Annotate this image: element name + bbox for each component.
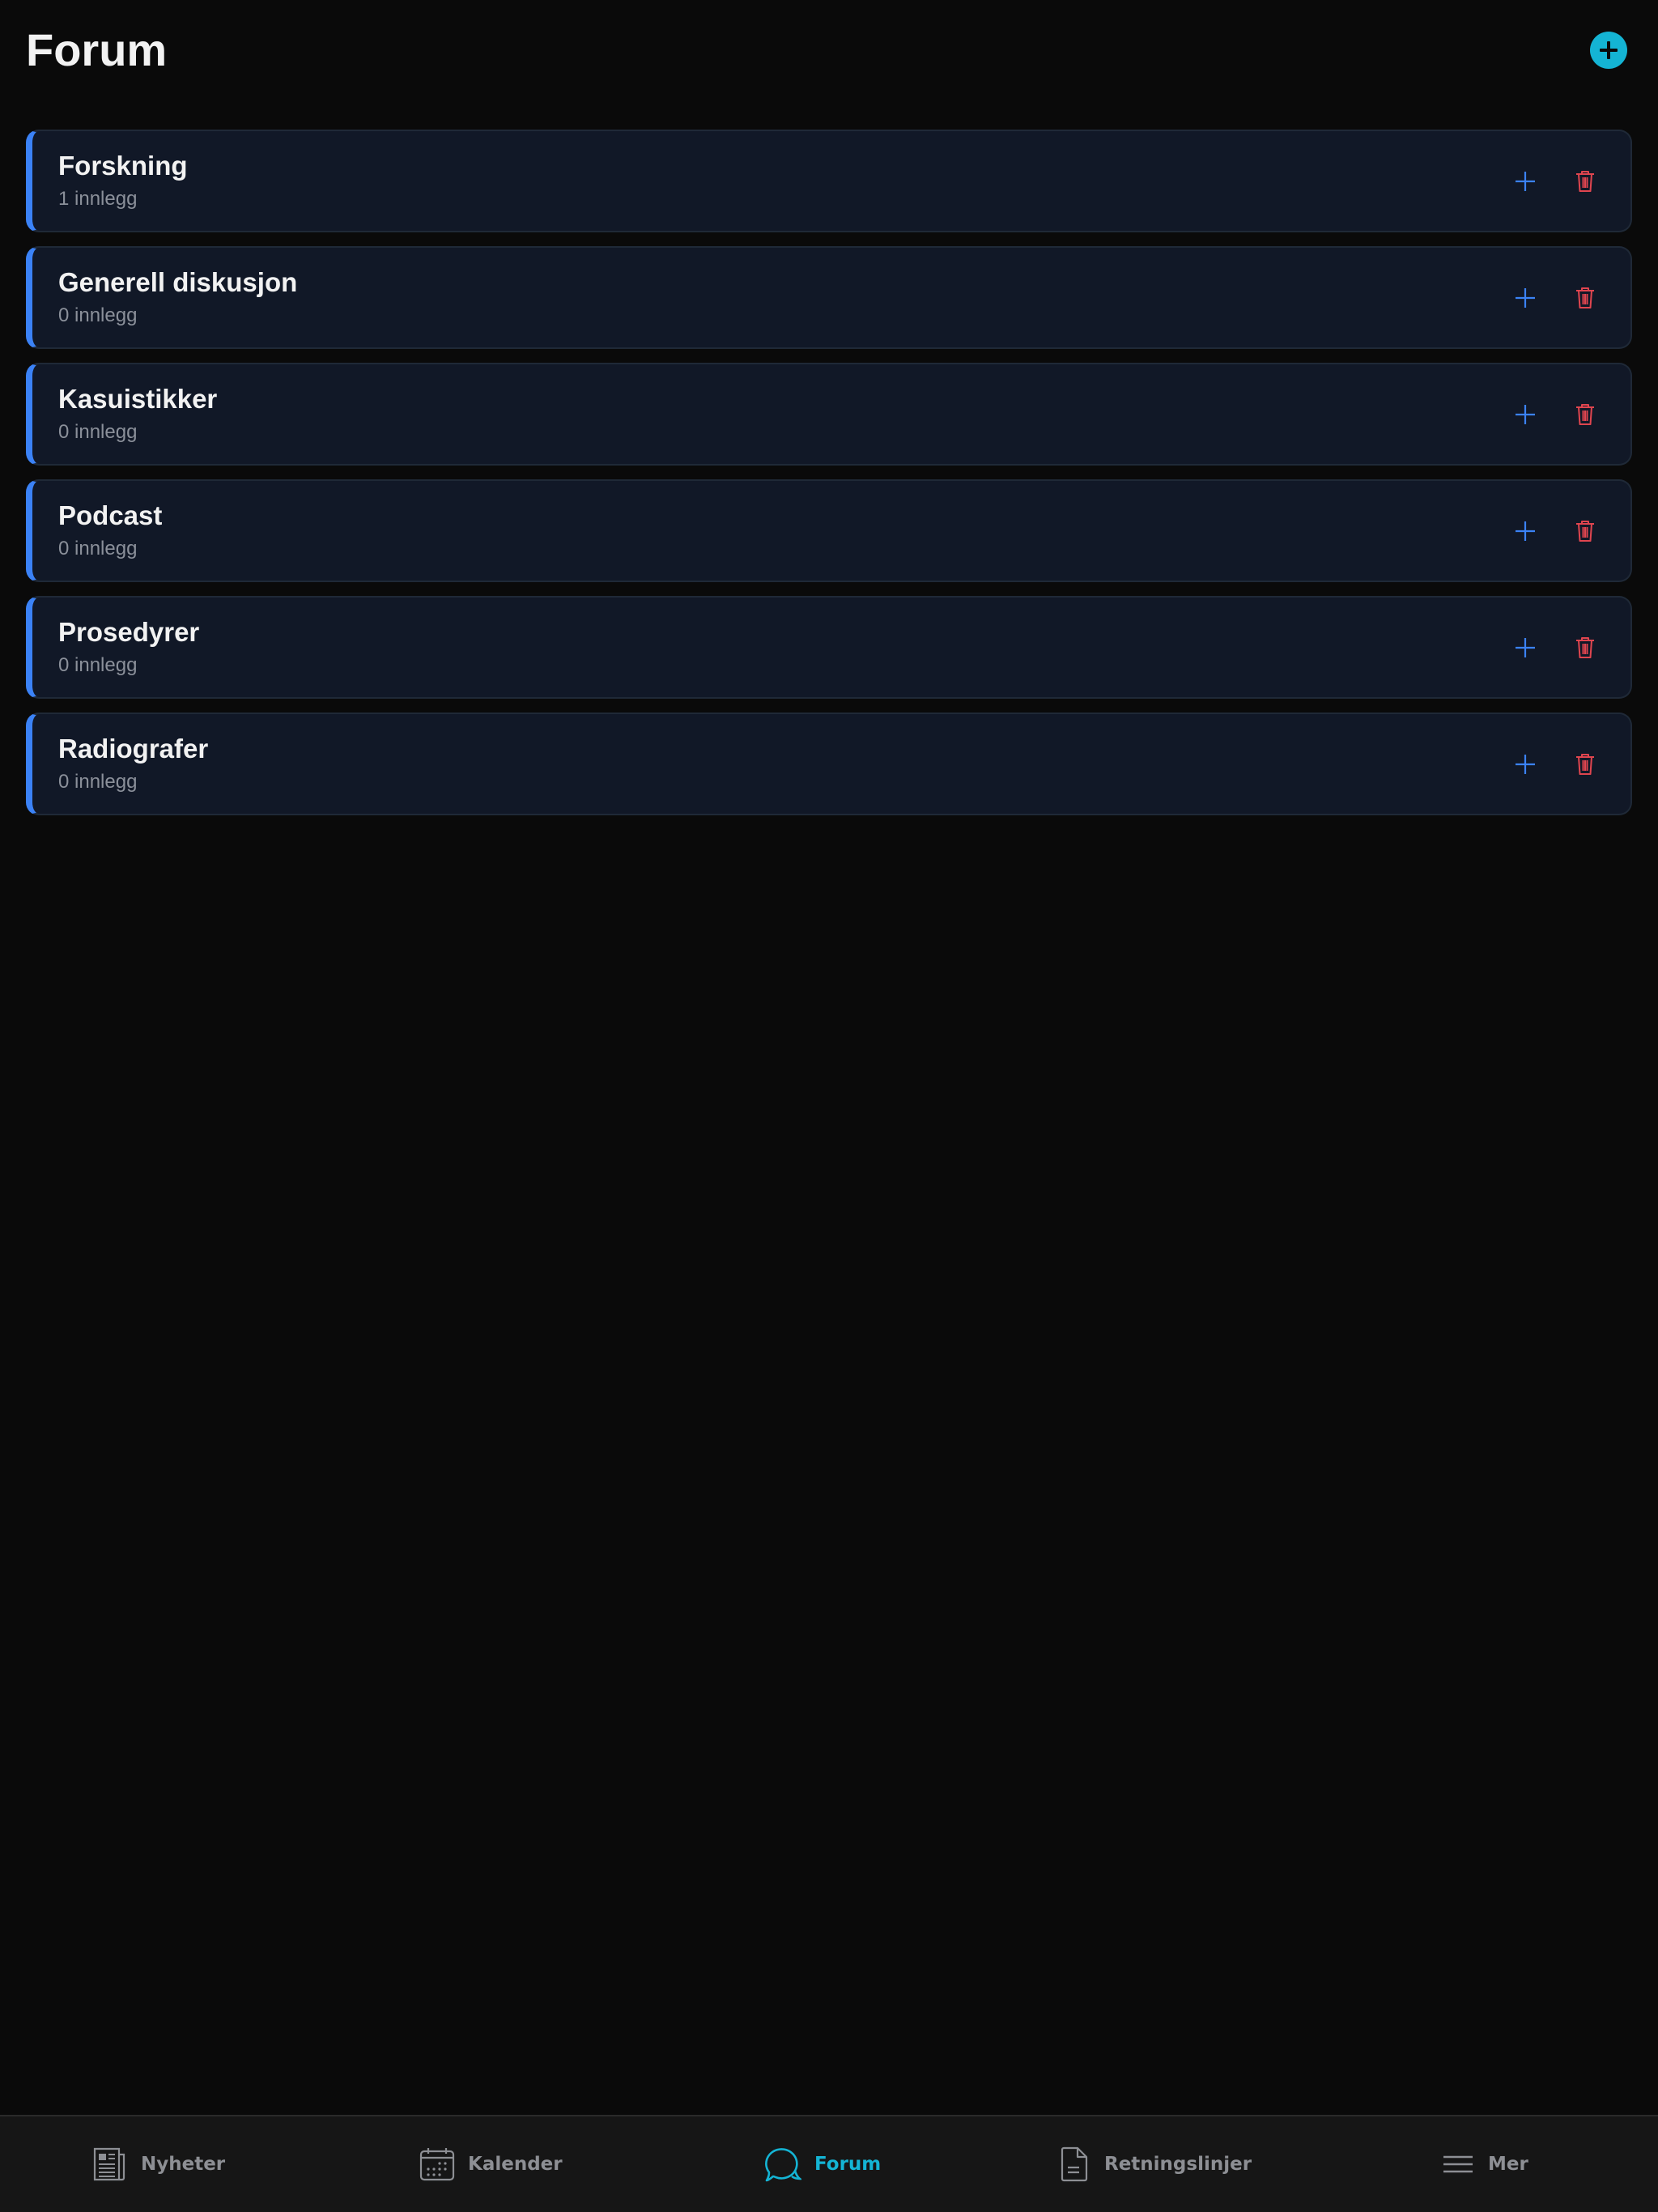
delete-category-button[interactable]	[1566, 395, 1605, 434]
nav-item-kalender[interactable]: Kalender	[419, 2116, 563, 2212]
plus-circle-icon	[1600, 41, 1618, 59]
bottom-nav: Nyheter Kalender Forum Retningslinjer Me	[0, 2115, 1658, 2212]
plus-icon	[1516, 405, 1535, 424]
add-post-button[interactable]	[1506, 512, 1545, 551]
category-card[interactable]: Kasuistikker 0 innlegg	[26, 363, 1632, 466]
card-actions	[1506, 512, 1605, 551]
menu-icon	[1441, 2146, 1475, 2182]
post-count: 1 innlegg	[58, 188, 138, 210]
nav-label: Forum	[814, 2154, 882, 2175]
forum-screen: Forum Forskning 1 innlegg Generell disku…	[0, 0, 1658, 2212]
nav-label: Retningslinjer	[1104, 2154, 1252, 2175]
plus-icon	[1516, 288, 1535, 308]
add-post-button[interactable]	[1506, 279, 1545, 317]
plus-icon	[1516, 172, 1535, 191]
delete-category-button[interactable]	[1566, 745, 1605, 784]
category-card[interactable]: Generell diskusjon 0 innlegg	[26, 246, 1632, 349]
card-actions	[1506, 628, 1605, 667]
trash-icon	[1576, 637, 1594, 658]
category-card[interactable]: Podcast 0 innlegg	[26, 479, 1632, 582]
document-icon	[1059, 2146, 1091, 2182]
page-title: Forum	[26, 24, 168, 75]
nav-item-nyheter[interactable]: Nyheter	[92, 2116, 225, 2212]
card-actions	[1506, 745, 1605, 784]
plus-icon	[1516, 521, 1535, 541]
nav-label: Nyheter	[141, 2154, 226, 2175]
trash-icon	[1576, 404, 1594, 425]
plus-icon	[1516, 638, 1535, 657]
category-name: Radiografer	[58, 734, 209, 764]
trash-icon	[1576, 171, 1594, 192]
delete-category-button[interactable]	[1566, 279, 1605, 317]
newspaper-icon	[92, 2146, 128, 2182]
header: Forum	[0, 0, 1658, 101]
delete-category-button[interactable]	[1566, 628, 1605, 667]
post-count: 0 innlegg	[58, 538, 138, 559]
nav-item-retningslinjer[interactable]: Retningslinjer	[1059, 2116, 1252, 2212]
category-name: Generell diskusjon	[58, 267, 298, 297]
chat-bubble-icon	[764, 2146, 801, 2182]
nav-item-mer[interactable]: Mer	[1441, 2116, 1528, 2212]
plus-icon	[1516, 755, 1535, 774]
card-actions	[1506, 279, 1605, 317]
delete-category-button[interactable]	[1566, 162, 1605, 201]
delete-category-button[interactable]	[1566, 512, 1605, 551]
category-name: Podcast	[58, 500, 163, 530]
card-actions	[1506, 162, 1605, 201]
category-name: Kasuistikker	[58, 384, 218, 414]
nav-label: Kalender	[468, 2154, 563, 2175]
category-name: Prosedyrer	[58, 617, 200, 647]
category-card[interactable]: Prosedyrer 0 innlegg	[26, 596, 1632, 699]
post-count: 0 innlegg	[58, 654, 138, 676]
post-count: 0 innlegg	[58, 304, 138, 326]
card-actions	[1506, 395, 1605, 434]
nav-item-forum[interactable]: Forum	[764, 2116, 881, 2212]
category-card[interactable]: Radiografer 0 innlegg	[26, 713, 1632, 815]
calendar-icon	[419, 2146, 455, 2182]
add-post-button[interactable]	[1506, 395, 1545, 434]
trash-icon	[1576, 521, 1594, 542]
category-name: Forskning	[58, 151, 188, 181]
add-category-button[interactable]	[1590, 32, 1627, 69]
add-post-button[interactable]	[1506, 745, 1545, 784]
trash-icon	[1576, 287, 1594, 308]
category-list: Forskning 1 innlegg Generell diskusjon 0…	[26, 130, 1632, 829]
category-card[interactable]: Forskning 1 innlegg	[26, 130, 1632, 232]
trash-icon	[1576, 754, 1594, 775]
nav-label: Mer	[1488, 2154, 1528, 2175]
add-post-button[interactable]	[1506, 628, 1545, 667]
post-count: 0 innlegg	[58, 421, 138, 443]
add-post-button[interactable]	[1506, 162, 1545, 201]
post-count: 0 innlegg	[58, 771, 138, 793]
